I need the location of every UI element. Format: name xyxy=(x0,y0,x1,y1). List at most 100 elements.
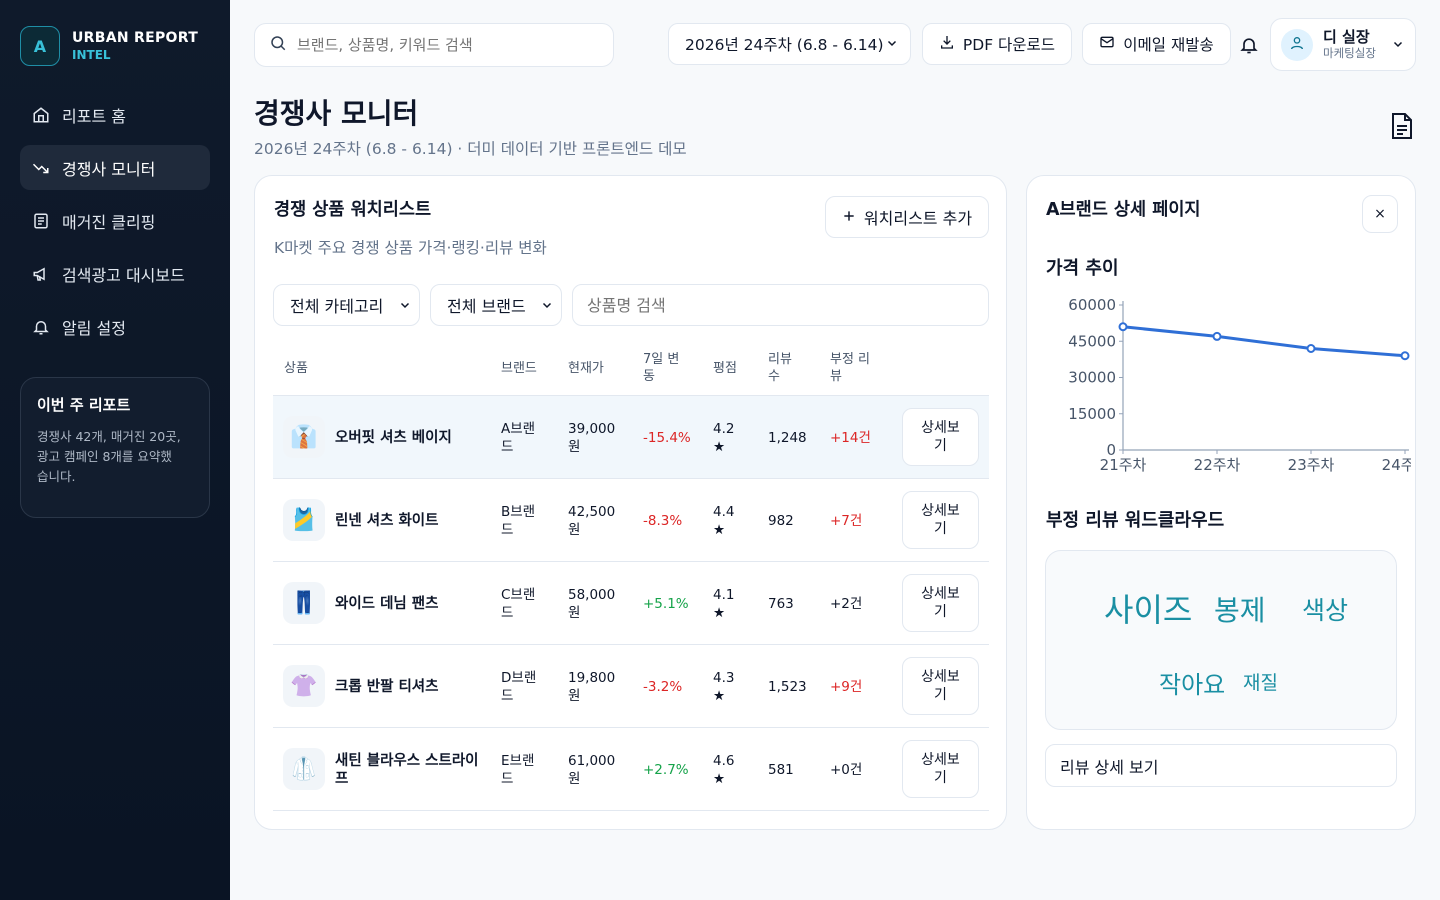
price-cell: 61,000 원 xyxy=(568,752,615,788)
category-filter[interactable]: 전체 카테고리 xyxy=(273,284,420,326)
negative-reviews-cell: +9건 xyxy=(830,679,863,695)
watchlist-title: 경쟁 상품 워치리스트 xyxy=(274,200,432,220)
detail-label: 기 xyxy=(934,770,947,786)
brand-cell: B브랜 드 xyxy=(501,503,535,539)
page-title: 경쟁사 모니터 xyxy=(254,97,419,130)
brand-line: 드 xyxy=(501,771,514,787)
change-cell: +2.7% xyxy=(643,762,689,778)
brand[interactable]: A URBAN REPORT INTEL xyxy=(20,26,198,66)
price-line: 원 xyxy=(568,688,581,704)
price-point xyxy=(1306,344,1316,353)
product-name: 크롭 반팔 티셔츠 xyxy=(335,679,439,695)
nav-label: 리포트 홈 xyxy=(62,106,126,126)
table-row[interactable]: 👖 와이드 데님 팬츠 C브랜 드 58,000 원 +5.1% 4.1 ★ 763 … xyxy=(273,562,989,645)
price-line: 원 xyxy=(568,771,581,787)
reviews-cell: 1,523 xyxy=(768,679,807,695)
user-name: 디 실장 xyxy=(1323,27,1370,46)
product-thumbnail-icon: 🎽 xyxy=(283,499,325,541)
wordcloud-word: 작아요 xyxy=(1159,671,1226,699)
price-line: 42,500 xyxy=(568,504,616,520)
notification-bell-icon[interactable] xyxy=(1236,32,1262,58)
product-name-search-input[interactable] xyxy=(587,295,967,315)
product-thumbnail-icon: 👖 xyxy=(283,582,325,624)
price-cell: 42,500 원 xyxy=(568,503,615,539)
price-cell: 58,000 원 xyxy=(568,586,615,622)
y-tick-label: 30000 xyxy=(1068,369,1116,387)
change-cell: -3.2% xyxy=(643,679,683,695)
weekly-line: 광고 캠페인 8개를 요약했 xyxy=(37,449,172,464)
document-icon[interactable] xyxy=(1390,112,1416,140)
detail-button[interactable]: 상세보 기 xyxy=(902,574,979,632)
product-name: 오버핏 셔츠 베이지 xyxy=(335,430,452,446)
rating-star-icon: ★ xyxy=(713,439,726,455)
col-rating: 평점 xyxy=(713,361,737,376)
price-line: 19,800 xyxy=(568,670,616,686)
nav-item-search-ads[interactable]: 검색광고 대시보드 xyxy=(20,251,210,296)
brand-cell: D브랜 드 xyxy=(501,669,536,705)
rating-line: 4.6 xyxy=(713,753,735,769)
col-brand: 브랜드 xyxy=(501,361,537,376)
weekly-report-card: 이번 주 리포트 경쟁사 42개, 매거진 20곳, 광고 캠페인 8개를 요약… xyxy=(20,377,210,518)
col-reviews: 리뷰 수 xyxy=(768,351,792,385)
nav-item-competitor-monitor[interactable]: 경쟁사 모니터 xyxy=(20,145,210,190)
nav-item-alert-settings[interactable]: 알림 설정 xyxy=(20,304,210,349)
table-row[interactable]: 🥼 새틴 블라우스 스트라이 프 E브랜 드 61,000 원 +2.7% 4.6 ★ … xyxy=(273,728,989,811)
pdf-download-button[interactable]: PDF 다운로드 xyxy=(922,23,1072,65)
product-thumbnail-icon: 🥼 xyxy=(283,748,325,790)
rating-cell: 4.4 ★ xyxy=(713,503,734,539)
brand-filter[interactable]: 전체 브랜드 xyxy=(430,284,562,326)
newspaper-icon xyxy=(32,212,50,230)
detail-button[interactable]: 상세보 기 xyxy=(902,408,979,466)
global-search[interactable] xyxy=(254,23,614,67)
chevron-down-icon xyxy=(541,296,553,315)
negative-reviews-cell: +14건 xyxy=(830,430,871,446)
email-resend-button[interactable]: 이메일 재발송 xyxy=(1082,23,1231,65)
product-name-line: 프 xyxy=(335,771,349,787)
price-line: 원 xyxy=(568,605,581,621)
nav-label: 알림 설정 xyxy=(62,318,126,338)
x-tick-label: 24주차 xyxy=(1382,456,1411,474)
search-input[interactable] xyxy=(297,36,587,54)
nav-item-magazine-clipping[interactable]: 매거진 클리핑 xyxy=(20,198,210,243)
price-point xyxy=(1212,331,1222,341)
table-row[interactable]: 👔 오버핏 셔츠 베이지 A브랜 드 39,000 원 -15.4% 4.2 ★ 1,… xyxy=(273,396,989,479)
product-thumbnail-icon: 👚 xyxy=(283,665,325,707)
y-tick-label: 45000 xyxy=(1068,332,1116,350)
col-negative-reviews: 부정 리 뷰 xyxy=(830,351,870,385)
price-line: 39,000 xyxy=(568,421,616,437)
detail-label: 상세보 xyxy=(921,420,960,436)
col-change-line: 동 xyxy=(643,369,655,384)
brand-line: C브랜 xyxy=(501,587,536,603)
review-detail-button[interactable]: 리뷰 상세 보기 xyxy=(1045,744,1397,787)
col-reviews-line: 수 xyxy=(768,369,780,384)
user-menu[interactable]: 디 실장 마케팅실장 xyxy=(1270,18,1416,71)
add-watchlist-button[interactable]: 워치리스트 추가 xyxy=(825,196,989,238)
detail-button[interactable]: 상세보 기 xyxy=(902,491,979,549)
watchlist-subtitle: K마켓 주요 경쟁 상품 가격·랭킹·리뷰 변화 xyxy=(274,239,547,257)
brand-cell: C브랜 드 xyxy=(501,586,535,622)
week-select-value: 2026년 24주차 (6.8 - 6.14) xyxy=(685,36,884,54)
price-trend-title: 가격 추이 xyxy=(1046,258,1119,279)
price-point xyxy=(1400,351,1410,361)
table-row[interactable]: 🎽 린넨 셔츠 화이트 B브랜 드 42,500 원 -8.3% 4.4 ★ 982 … xyxy=(273,479,989,562)
change-cell: -8.3% xyxy=(643,513,683,529)
rating-cell: 4.1 ★ xyxy=(713,586,734,622)
negative-review-wordcloud: 사이즈 봉제 색상 작아요 재질 xyxy=(1045,550,1397,730)
detail-label: 상세보 xyxy=(921,586,960,602)
mail-icon xyxy=(1099,34,1115,54)
week-select[interactable]: 2026년 24주차 (6.8 - 6.14) xyxy=(668,23,911,65)
detail-button[interactable]: 상세보 기 xyxy=(902,657,979,715)
rating-star-icon: ★ xyxy=(713,605,726,621)
close-button[interactable]: × xyxy=(1362,195,1398,233)
nav-item-report-home[interactable]: 리포트 홈 xyxy=(20,92,210,137)
brand-detail-card: A브랜드 상세 페이지 × 가격 추이 60000 45000 30000 15000… xyxy=(1026,175,1416,830)
table-row[interactable]: 👚 크롭 반팔 티셔츠 D브랜 드 19,800 원 -3.2% 4.3 ★ 1,52… xyxy=(273,645,989,728)
brand-sub: INTEL xyxy=(72,48,111,62)
price-series-line xyxy=(1122,325,1406,358)
product-name-search[interactable] xyxy=(572,284,989,326)
rating-star-icon: ★ xyxy=(713,688,726,704)
price-trend-chart: 60000450003000015000021주차22주차23주차24주차 xyxy=(1068,296,1411,474)
brand-detail-title: A브랜드 상세 페이지 xyxy=(1046,200,1201,220)
detail-button[interactable]: 상세보 기 xyxy=(902,740,979,798)
product-thumbnail-icon: 👔 xyxy=(283,416,325,458)
